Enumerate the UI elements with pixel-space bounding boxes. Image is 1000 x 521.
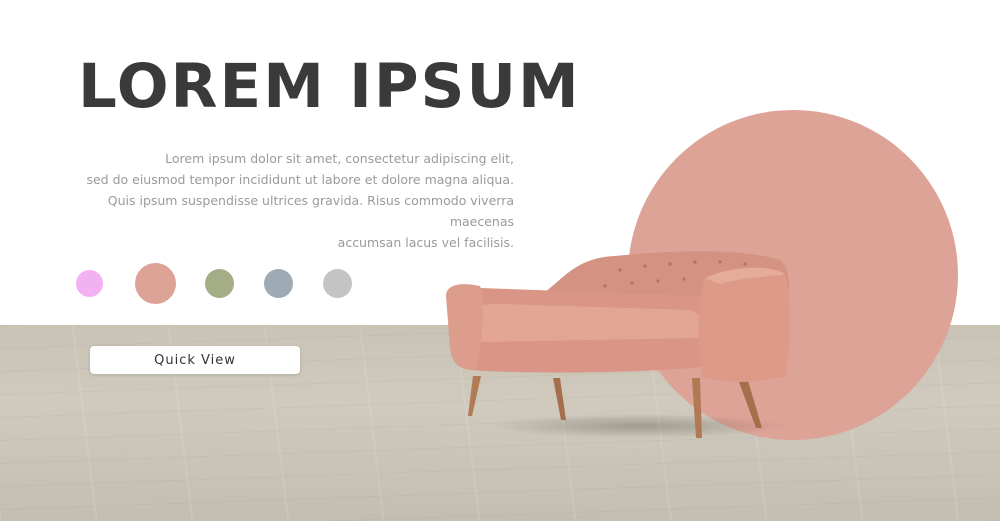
color-swatch-pink[interactable] <box>76 270 103 297</box>
quick-view-button[interactable]: Quick View <box>90 346 300 374</box>
color-swatch-olive[interactable] <box>205 269 234 298</box>
color-swatch-blue-grey[interactable] <box>264 269 293 298</box>
description-line: Quis ipsum suspendisse ultrices gravida.… <box>107 193 514 229</box>
sofa-illustration <box>446 251 791 438</box>
description-line: Lorem ipsum dolor sit amet, consectetur … <box>165 151 514 166</box>
color-swatch-salmon[interactable] <box>135 263 176 304</box>
description-line: sed do eiusmod tempor incididunt ut labo… <box>86 172 514 187</box>
color-swatch-grey[interactable] <box>323 269 352 298</box>
page-title: LOREM IPSUM <box>78 51 581 122</box>
